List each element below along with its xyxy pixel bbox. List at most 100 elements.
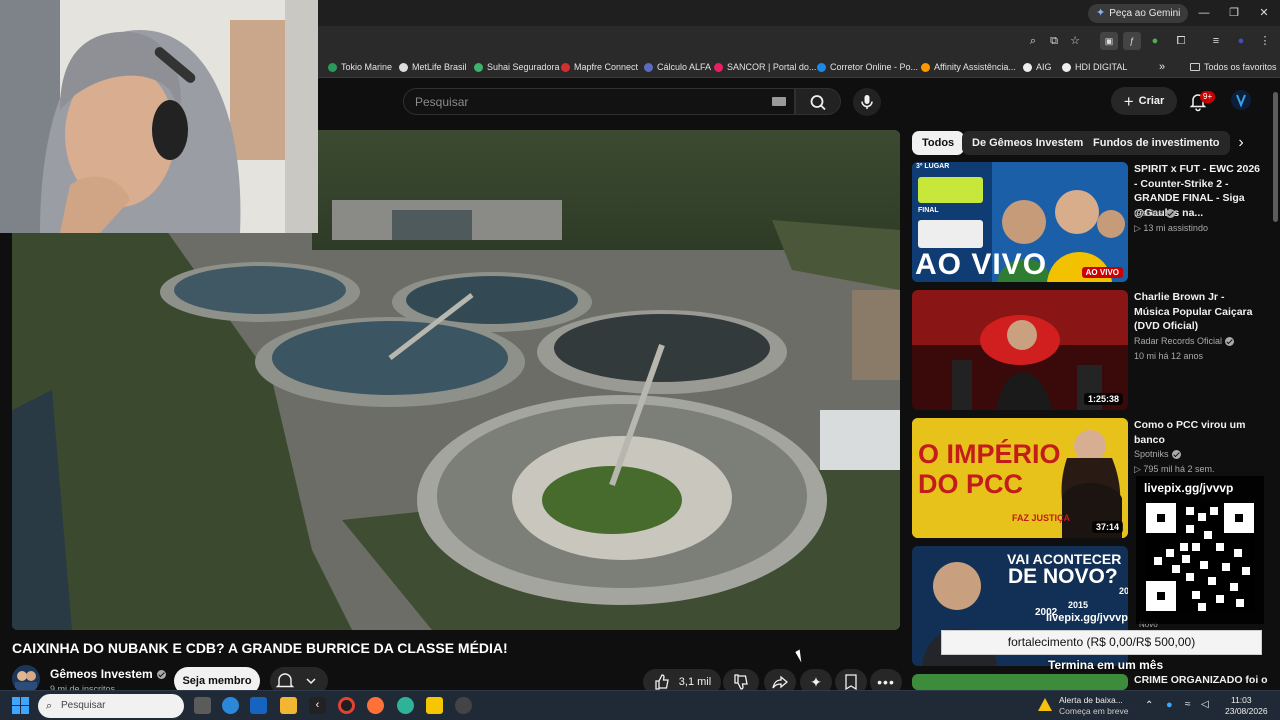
qr-module xyxy=(1216,543,1224,551)
keyboard-icon[interactable] xyxy=(772,97,786,106)
bookmark-label: Affinity Assistência... xyxy=(934,62,1016,72)
clock-time[interactable]: 11:03 xyxy=(1231,695,1252,705)
tray-overflow-icon[interactable]: ⌃ xyxy=(1145,700,1153,711)
rec3-meta-text: 795 mil há 2 sem. xyxy=(1143,464,1215,474)
search-button[interactable] xyxy=(795,88,841,115)
rec1-channel[interactable]: Gaules xyxy=(1134,208,1175,218)
wifi-icon[interactable]: ≈ xyxy=(1185,699,1191,710)
volume-icon[interactable]: ◁ xyxy=(1201,699,1209,710)
rec2-channel[interactable]: Radar Records Oficial xyxy=(1134,336,1235,346)
rec2-title[interactable]: Charlie Brown Jr - Música Popular Caiçar… xyxy=(1134,290,1262,334)
qr-finder xyxy=(1152,509,1170,527)
bookmark-item[interactable]: HDI DIGITAL xyxy=(1062,59,1127,75)
task-view-icon[interactable] xyxy=(194,697,211,714)
thumbnail-2[interactable]: 1:25:38 xyxy=(912,290,1128,410)
verified-icon xyxy=(1165,208,1175,218)
extensions-puzzle-icon[interactable]: ⧠ xyxy=(1172,32,1190,50)
browser-menu-icon[interactable]: ⋮ xyxy=(1256,32,1274,50)
file-explorer-icon[interactable] xyxy=(280,697,297,714)
thumbnail-5[interactable] xyxy=(912,674,1128,690)
app-a-icon[interactable] xyxy=(426,697,443,714)
alert-title[interactable]: Alerta de baixa... xyxy=(1059,695,1123,705)
chip-all[interactable]: Todos xyxy=(912,131,965,155)
search-input[interactable]: Pesquisar xyxy=(403,88,795,115)
bookmark-item[interactable]: Suhai Seguradora xyxy=(474,59,560,75)
app-back-icon[interactable]: ‹ xyxy=(309,697,326,714)
bookmark-item[interactable]: SANCOR | Portal do... xyxy=(714,59,816,75)
bookmarks-overflow-icon[interactable]: » xyxy=(1159,59,1165,75)
bookmark-item[interactable]: MetLife Brasil xyxy=(399,59,467,75)
channel-name[interactable]: Gêmeos Investem xyxy=(50,667,166,681)
share-icon xyxy=(772,675,789,689)
qr-module xyxy=(1180,543,1188,551)
close-window-icon[interactable]: ✕ xyxy=(1254,4,1274,22)
bookmark-label: HDI DIGITAL xyxy=(1075,62,1128,72)
whatsapp-icon[interactable] xyxy=(397,697,414,714)
bookmark-item[interactable]: Affinity Assistência... xyxy=(921,59,1016,75)
microphone-icon xyxy=(861,95,873,109)
rec3-title[interactable]: Como o PCC virou um banco xyxy=(1134,418,1262,447)
qr-module xyxy=(1230,583,1238,591)
notification-count-badge: 9+ xyxy=(1200,91,1216,103)
rec1-channel-label: Gaules xyxy=(1134,208,1163,218)
more-horizontal-icon: ••• xyxy=(877,674,895,690)
mic-tray-icon[interactable]: ● xyxy=(1166,699,1173,711)
outlook-icon[interactable] xyxy=(250,697,267,714)
livepix-small-text: livepix.gg/jvvvp xyxy=(1046,612,1128,624)
maximize-icon[interactable]: ❐ xyxy=(1224,4,1244,22)
save-bookmark-icon xyxy=(845,674,857,691)
thumbnail-1[interactable]: 3º LUGAR FINAL AO VIVO AO VIVO xyxy=(912,162,1128,282)
rec5-title[interactable]: CRIME ORGANIZADO foi o xyxy=(1134,674,1268,686)
bookmark-favicon-icon xyxy=(474,62,483,72)
create-button[interactable]: + Criar xyxy=(1111,87,1177,115)
rec3-channel[interactable]: Spotniks xyxy=(1134,449,1181,459)
zoom-icon[interactable]: ⌕ xyxy=(1024,32,1042,50)
chip-investment-funds[interactable]: Fundos de investimento xyxy=(1083,131,1230,155)
bookmark-label: SANCOR | Portal do... xyxy=(727,62,817,72)
sparkle-icon: ✦ xyxy=(810,673,822,690)
warning-icon[interactable] xyxy=(1038,698,1052,711)
qr-finder xyxy=(1152,587,1170,605)
channel-avatar[interactable] xyxy=(12,665,40,693)
voice-search-button[interactable] xyxy=(853,88,881,116)
like-count: 3,1 mil xyxy=(678,676,712,688)
chip-channel[interactable]: De Gêmeos Investem xyxy=(962,131,1094,155)
chevron-right-icon[interactable]: › xyxy=(1230,133,1252,155)
extension-1-icon[interactable]: ▣ xyxy=(1100,32,1118,50)
qr-module xyxy=(1186,507,1194,515)
bookmark-item[interactable]: Tokio Marine xyxy=(328,59,392,75)
taskbar-search[interactable]: ⌕ Pesquisar xyxy=(38,694,184,718)
create-label: Criar xyxy=(1138,95,1165,107)
rec2-duration: 1:25:38 xyxy=(1083,393,1123,405)
bookmark-item[interactable]: Mapfre Connect xyxy=(561,59,638,75)
minimize-icon[interactable]: — xyxy=(1194,4,1214,22)
cast-icon[interactable]: ⧉ xyxy=(1045,32,1063,50)
account-avatar[interactable] xyxy=(1231,90,1251,110)
bookmark-star-icon[interactable]: ☆ xyxy=(1066,32,1084,50)
all-bookmarks-button[interactable]: Todos os favoritos xyxy=(1190,59,1277,75)
thumbnail-3[interactable]: O IMPÉRIO DO PCC FAZ JUSTIÇA 37:14 xyxy=(912,418,1128,538)
qr-module xyxy=(1154,557,1162,565)
verified-icon xyxy=(156,669,166,679)
qr-module xyxy=(1222,563,1230,571)
bookmark-item[interactable]: Cálculo ALFA xyxy=(644,59,711,75)
profile-icon[interactable]: ● xyxy=(1232,32,1250,50)
clock-date[interactable]: 23/08/2026 xyxy=(1225,706,1268,716)
chrome-icon[interactable] xyxy=(338,697,355,714)
bookmark-item[interactable]: Corretor Online - Po... xyxy=(817,59,918,75)
obs-icon[interactable] xyxy=(455,697,472,714)
bookmark-label: Tokio Marine xyxy=(341,62,393,72)
alert-subtitle: Começa em breve xyxy=(1059,706,1129,716)
bookmark-label: Suhai Seguradora xyxy=(487,62,560,72)
scrollbar-thumb[interactable] xyxy=(1273,92,1278,222)
windows-start-icon[interactable] xyxy=(12,697,29,714)
edge-icon[interactable] xyxy=(222,697,239,714)
qr-module xyxy=(1192,591,1200,599)
tab-search-icon[interactable]: ≡ xyxy=(1207,32,1225,50)
bookmark-favicon-icon xyxy=(328,62,337,72)
extension-2-icon[interactable]: ƒ xyxy=(1123,32,1141,50)
gemini-button[interactable]: ✦ Peça ao Gemini xyxy=(1088,4,1189,23)
firefox-icon[interactable] xyxy=(367,697,384,714)
extension-3-icon[interactable]: ● xyxy=(1146,32,1164,50)
bookmark-item[interactable]: AIG xyxy=(1023,59,1052,75)
